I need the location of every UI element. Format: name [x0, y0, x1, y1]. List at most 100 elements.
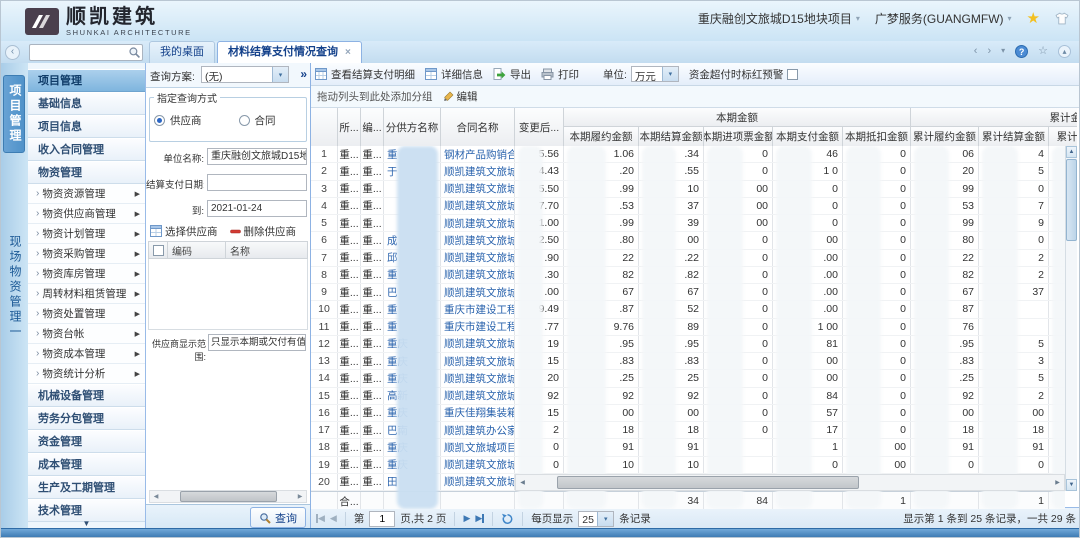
contract-link[interactable]: 顺凯建筑文旅城...	[441, 284, 515, 300]
expand-panel-icon[interactable]: »	[300, 67, 307, 81]
scrollbar-thumb[interactable]	[1066, 159, 1077, 241]
contract-link[interactable]: 重庆市建设工程...	[441, 301, 515, 317]
contract-link[interactable]: 重庆市建设工程...	[441, 319, 515, 335]
sidebar-item[interactable]: 资金管理	[28, 430, 145, 453]
sidebar-item[interactable]: ›物资资源管理▶	[28, 184, 145, 204]
last-page-icon[interactable]: ▶	[475, 513, 484, 524]
tab-material-settlement-query[interactable]: 材料结算支付情况查询 ×	[217, 41, 362, 63]
column-header-cur_pay[interactable]: 本期支付金额	[773, 126, 843, 146]
contract-link[interactable]: 顺凯建筑文旅城...	[441, 370, 515, 386]
contract-link[interactable]: 顺凯建筑文旅城...	[441, 215, 515, 231]
settle-date-field[interactable]	[207, 174, 307, 191]
contract-link[interactable]: 顺凯文旅城项目...	[441, 439, 515, 455]
help-icon[interactable]: ?	[1015, 45, 1028, 58]
contract-link[interactable]: 顺凯建筑文旅城...	[441, 457, 515, 473]
edit-button[interactable]: 编辑	[443, 89, 478, 104]
contract-link[interactable]: 顺凯建筑文旅城...	[441, 388, 515, 404]
sidebar-item[interactable]: ›物资库房管理▶	[28, 264, 145, 284]
contract-link[interactable]: 顺凯建筑文旅城...	[441, 232, 515, 248]
mini-col-code[interactable]: 编码	[168, 241, 226, 259]
horizontal-scrollbar[interactable]: ◀ ▶	[515, 474, 1065, 491]
scroll-up-icon[interactable]: ▲	[1066, 146, 1077, 158]
query-button[interactable]: 查询	[250, 507, 306, 528]
per-page-select[interactable]: 25 ▾	[578, 511, 614, 527]
tab-scroll-left-icon[interactable]: ‹	[974, 44, 978, 58]
contract-link[interactable]: 顺凯建筑文旅城...	[441, 198, 515, 214]
scheme-select[interactable]: (无) ▾	[201, 66, 289, 83]
next-page-icon[interactable]: ▶	[463, 513, 470, 524]
column-header-cum_settle[interactable]: 累计结算金额	[979, 126, 1049, 146]
sidebar-item[interactable]: 生产及工期管理	[28, 476, 145, 499]
search-icon[interactable]	[128, 46, 141, 59]
sidebar-item[interactable]: 机械设备管理	[28, 384, 145, 407]
sidebar-item[interactable]: 基础信息	[28, 92, 145, 115]
contract-link[interactable]: 顺凯建筑文旅城...	[441, 336, 515, 352]
scroll-left-icon[interactable]: ◀	[150, 493, 162, 500]
column-header-cur_perf[interactable]: 本期履约金额	[564, 126, 639, 146]
contract-radio[interactable]	[239, 115, 250, 126]
column-header-supplier[interactable]: 分供方名称	[384, 108, 441, 146]
column-header-cur_invoice[interactable]: 本期进项票金额	[704, 126, 773, 146]
delete-supplier-button[interactable]: 删除供应商	[230, 224, 297, 239]
favorite-outline-icon[interactable]: ☆	[1038, 44, 1048, 58]
vertical-tab-project-management[interactable]: 项目管理	[3, 75, 25, 153]
collapse-up-icon[interactable]: ▴	[1058, 45, 1071, 58]
scrollbar-thumb[interactable]	[180, 491, 277, 502]
first-page-icon[interactable]: ◀	[316, 513, 325, 524]
supplier-radio[interactable]	[154, 115, 165, 126]
select-all-checkbox[interactable]	[153, 245, 164, 256]
contract-link[interactable]: 顺凯建筑文旅城...	[441, 250, 515, 266]
date-to-field[interactable]: 2021-01-24	[207, 200, 307, 217]
sidebar-item[interactable]: ›物资供应商管理▶	[28, 204, 145, 224]
tab-list-icon[interactable]: ▾	[1001, 44, 1005, 58]
scroll-right-icon[interactable]: ▶	[1051, 479, 1064, 486]
sidebar-item[interactable]: 项目信息	[28, 115, 145, 138]
unit-select[interactable]: 万元 ▾	[631, 66, 679, 82]
contract-link[interactable]: 顺凯建筑文旅城...	[441, 163, 515, 179]
contract-link[interactable]: 顺凯建筑文旅城...	[441, 267, 515, 283]
column-header-cur_deduct[interactable]: 本期抵扣金额	[843, 126, 911, 146]
scrollbar-thumb[interactable]	[557, 476, 859, 489]
prev-page-icon[interactable]: ◀	[330, 513, 337, 524]
sidebar-item[interactable]: ›物资成本管理▶	[28, 344, 145, 364]
sidebar-item[interactable]: ›物资台帐▶	[28, 324, 145, 344]
column-header-cur_settle[interactable]: 本期结算金额	[639, 126, 704, 146]
sidebar-scroll-down-icon[interactable]: ▼	[28, 519, 145, 528]
contract-link[interactable]: 顺凯建筑文旅城...	[441, 181, 515, 197]
column-header-cum_more[interactable]: 累计...	[1049, 126, 1077, 146]
vertical-scrollbar[interactable]: ▲ ▼	[1065, 146, 1077, 491]
column-header-suo[interactable]: 所...	[338, 108, 361, 146]
contract-link[interactable]: 钢材产品购销合同	[441, 146, 515, 162]
overpay-warning-checkbox[interactable]	[787, 69, 798, 80]
contract-link[interactable]: 顺凯建筑文旅城...	[441, 474, 515, 490]
tab-my-desktop[interactable]: 我的桌面	[149, 41, 215, 63]
project-selector[interactable]: 重庆融创文旅城D15地块项目 ▾	[698, 10, 860, 27]
theme-shirt-icon[interactable]	[1055, 12, 1069, 25]
sidebar-item[interactable]: 劳务分包管理	[28, 407, 145, 430]
print-button[interactable]: 打印	[541, 67, 579, 82]
unit-name-field[interactable]: 重庆融创文旅城D15地块	[207, 148, 307, 165]
group-drop-zone[interactable]: 拖动列头到此处添加分组 编辑	[311, 86, 1080, 108]
contract-link[interactable]: 顺凯建筑文旅城...	[441, 353, 515, 369]
sidebar-item[interactable]: ›物资处置管理▶	[28, 304, 145, 324]
column-header-contract[interactable]: 合同名称	[441, 108, 515, 146]
sidebar-item[interactable]: ›物资计划管理▶	[28, 224, 145, 244]
sidebar-item[interactable]: ›物资采购管理▶	[28, 244, 145, 264]
column-header-cum_perf[interactable]: 累计履约金额	[911, 126, 979, 146]
vertical-tab-site-material-management[interactable]: 现场物资管理一	[4, 231, 24, 344]
export-button[interactable]: 导出	[493, 67, 531, 82]
sidebar-item[interactable]: 收入合同管理	[28, 138, 145, 161]
tab-scroll-right-icon[interactable]: ›	[987, 44, 991, 58]
sidebar-item[interactable]: 项目管理	[28, 69, 145, 92]
contract-link[interactable]: 重庆佳翔集装箱...	[441, 405, 515, 421]
user-selector[interactable]: 广梦服务(GUANGMFW) ▾	[875, 10, 1012, 27]
mini-col-name[interactable]: 名称	[226, 241, 308, 259]
view-settlement-detail-button[interactable]: 查看结算支付明细	[315, 67, 415, 82]
scroll-down-icon[interactable]: ▼	[1066, 479, 1077, 491]
column-header-changed[interactable]: 变更后...	[515, 108, 564, 146]
display-range-field[interactable]: 只显示本期或欠付有值	[208, 334, 306, 351]
detail-info-button[interactable]: 详细信息	[425, 67, 483, 82]
refresh-icon[interactable]	[501, 513, 514, 525]
contract-link[interactable]: 顺凯建筑办公家...	[441, 422, 515, 438]
query-horizontal-scrollbar[interactable]: ◀ ▶	[149, 490, 307, 503]
